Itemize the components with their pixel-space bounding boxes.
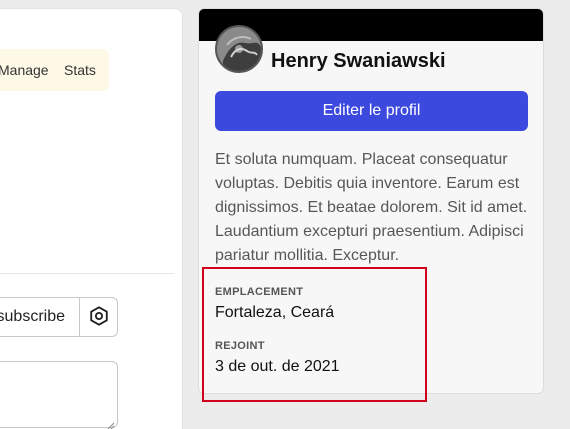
profile-bio: Et soluta numquam. Placeat consequatur v… — [215, 151, 528, 264]
profile-name: Henry Swaniawski — [271, 50, 446, 72]
settings-button[interactable] — [79, 297, 118, 337]
nav-manage-link[interactable]: Manage — [0, 62, 49, 78]
profile-card: Henry Swaniawski Editer le profil Et sol… — [198, 8, 544, 394]
joined-label: REJOINT — [215, 340, 265, 352]
subscribe-button[interactable]: subscribe — [0, 297, 80, 337]
hexagon-settings-icon — [88, 305, 110, 330]
location-value: Fortaleza, Ceará — [215, 304, 335, 321]
comment-textarea[interactable] — [0, 361, 118, 429]
avatar[interactable] — [215, 25, 263, 73]
joined-value: 3 de out. de 2021 — [215, 358, 340, 375]
location-label: EMPLACEMENT — [215, 286, 304, 298]
divider — [0, 273, 174, 274]
resize-grip-icon[interactable] — [107, 417, 115, 429]
edit-profile-button[interactable]: Editer le profil — [215, 91, 528, 131]
nav-stats-link[interactable]: Stats — [64, 62, 96, 78]
sub-nav: Manage Stats — [0, 49, 109, 91]
